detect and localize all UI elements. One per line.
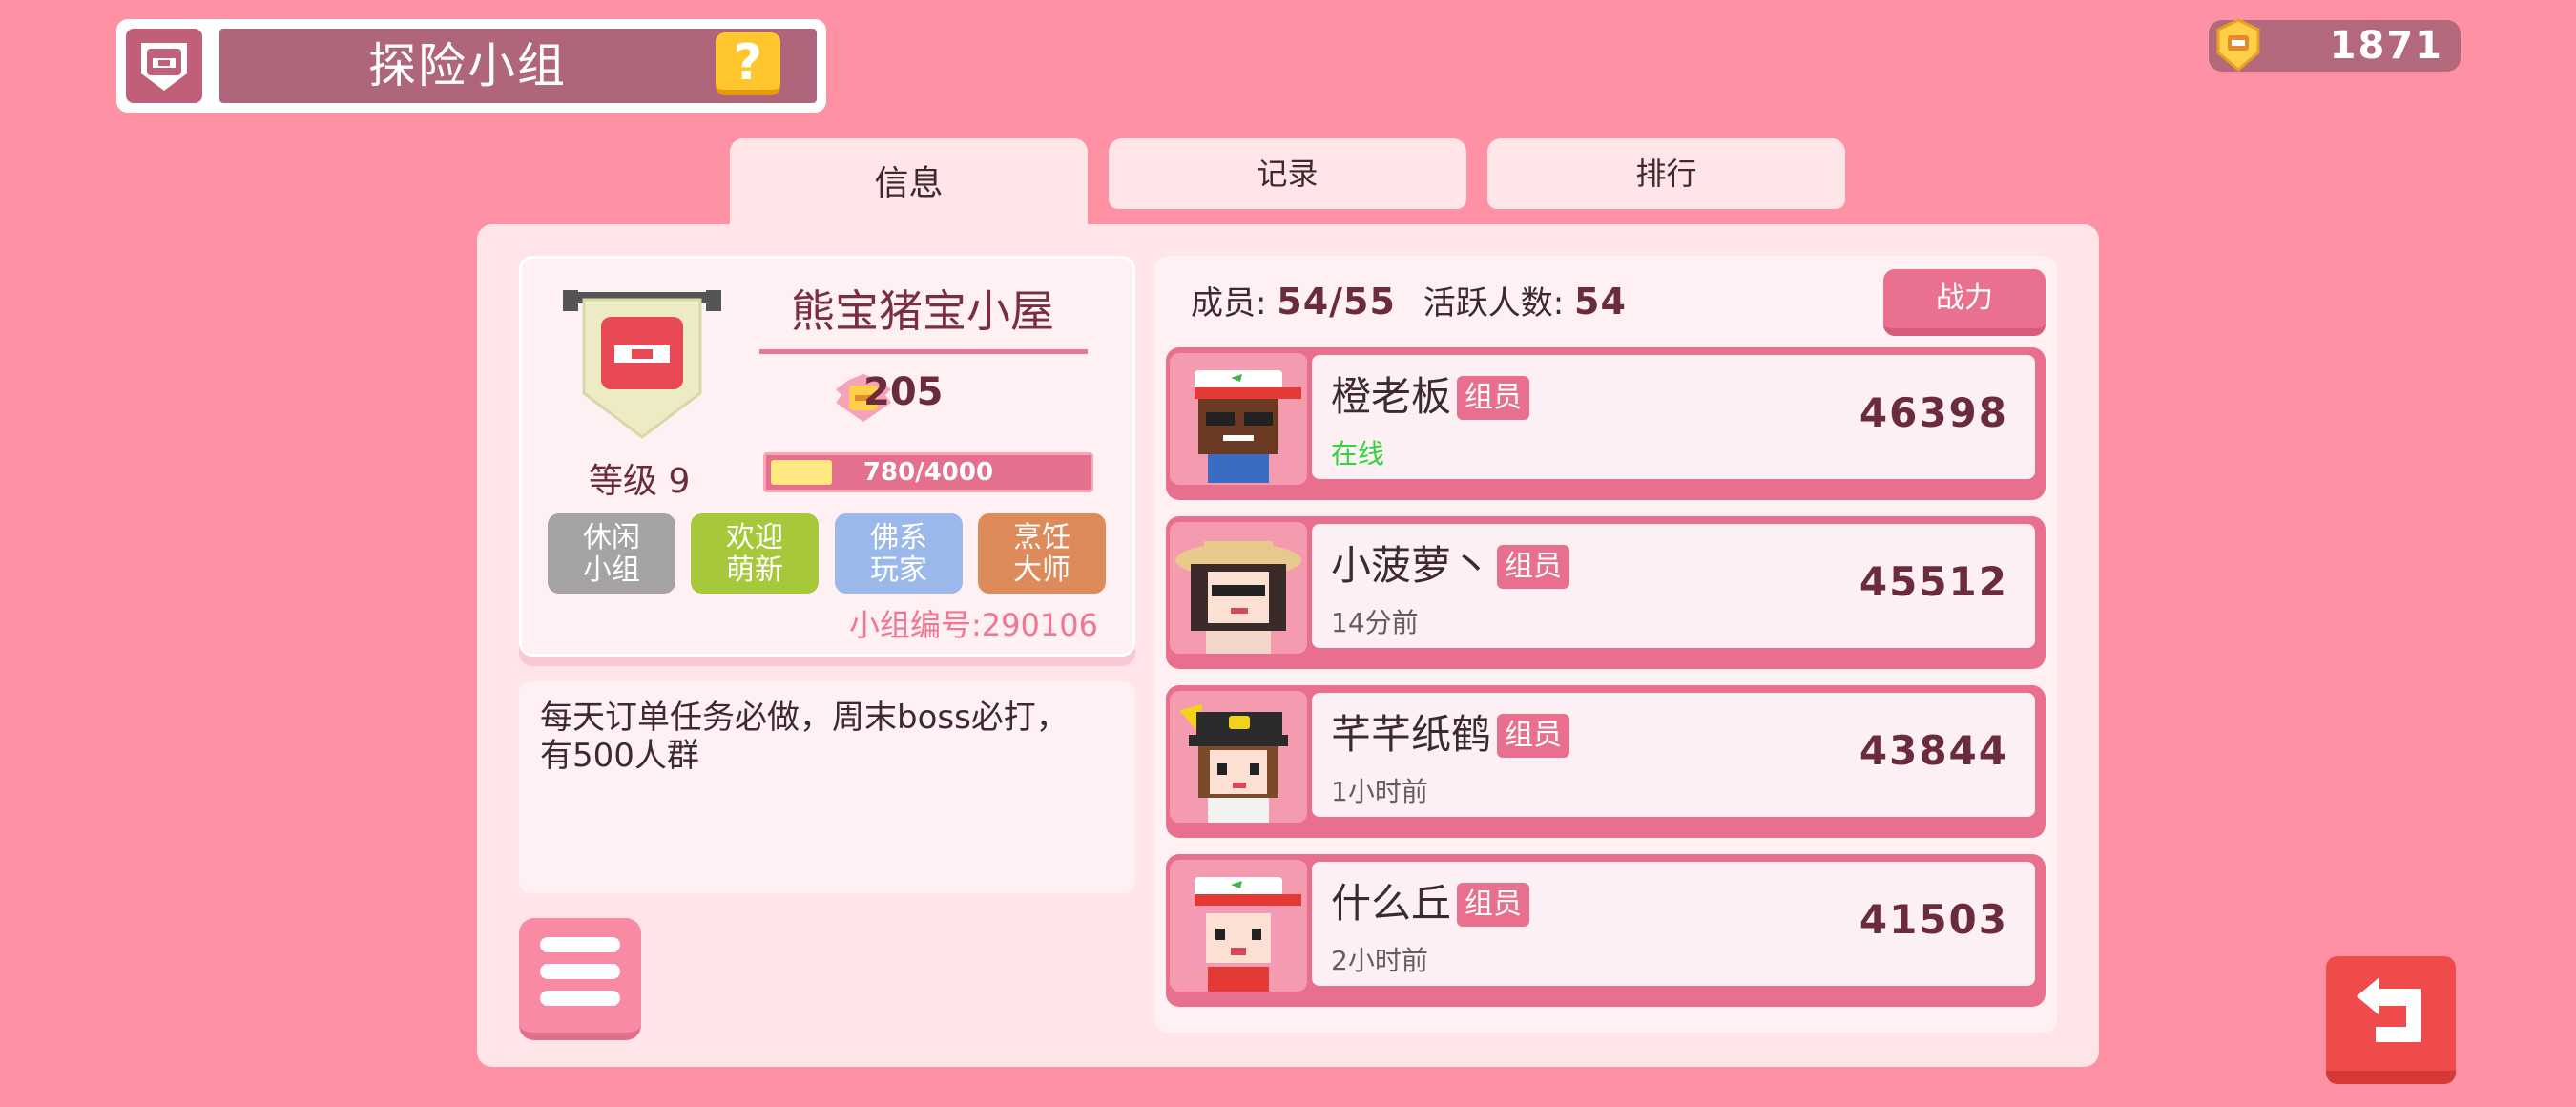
tag-label: 休闲 小组 — [583, 521, 640, 587]
experience-bar: 780/4000 — [763, 452, 1093, 492]
back-button[interactable] — [2326, 956, 2456, 1084]
member-name: 小菠萝丶 — [1331, 542, 1492, 589]
menu-icon-line — [540, 991, 620, 1006]
currency-icon — [2216, 18, 2260, 72]
group-name: 熊宝猪宝小屋 — [791, 285, 1054, 337]
member-power: 41503 — [1859, 896, 2008, 943]
member-role-badge: 组员 — [1457, 883, 1530, 927]
tag-welcome-newbies: 欢迎 萌新 — [691, 513, 819, 594]
tag-label: 欢迎 萌新 — [726, 521, 783, 587]
member-role-badge: 组员 — [1457, 376, 1530, 420]
member-name-line: 橙老板 组员 — [1331, 365, 1530, 423]
name-underline — [759, 349, 1088, 354]
member-name: 橙老板 — [1331, 373, 1452, 420]
tag-casual: 休闲 小组 — [548, 513, 675, 594]
members-count-label: 成员: — [1191, 284, 1267, 323]
active-count-value: 54 — [1574, 281, 1627, 323]
member-name-line: 小菠萝丶 组员 — [1331, 533, 1570, 592]
group-rating: 205 — [863, 370, 944, 414]
currency-display: 1871 — [2209, 18, 2461, 72]
member-status: 1小时前 — [1331, 776, 1428, 807]
back-arrow-icon — [2357, 977, 2421, 1042]
member-info: 什么丘 组员 2小时前 41503 — [1312, 862, 2035, 986]
member-row[interactable]: 芊芊纸鹤 组员 1小时前 43844 — [1166, 685, 2046, 838]
active-count-label: 活跃人数: — [1423, 284, 1565, 323]
members-summary: 成员: 54/55 活跃人数: 54 — [1191, 277, 1627, 324]
group-description: 每天订单任务必做，周末boss必打，有500人群 — [540, 699, 1069, 775]
member-status: 在线 — [1331, 438, 1385, 470]
group-id: 小组编号:290106 — [849, 607, 1098, 643]
members-count-value: 54/55 — [1277, 281, 1396, 323]
member-row[interactable]: 什么丘 组员 2小时前 41503 — [1166, 854, 2046, 1007]
member-status: 2小时前 — [1331, 945, 1428, 976]
experience-text: 780/4000 — [862, 458, 994, 487]
avatar — [1170, 691, 1307, 823]
member-info: 小菠萝丶 组员 14分前 45512 — [1312, 524, 2035, 648]
group-shield-icon — [126, 29, 202, 103]
tab-info[interactable]: 信息 — [730, 138, 1088, 230]
sort-by-power-button[interactable]: 战力 — [1883, 269, 2046, 336]
menu-icon-line — [540, 937, 620, 952]
member-row[interactable]: 橙老板 组员 在线 46398 — [1166, 347, 2046, 500]
tag-relaxed-players: 佛系 玩家 — [835, 513, 963, 594]
member-name-line: 芊芊纸鹤 组员 — [1331, 702, 1570, 761]
member-info: 芊芊纸鹤 组员 1小时前 43844 — [1312, 693, 2035, 817]
member-role-badge: 组员 — [1497, 545, 1570, 589]
avatar — [1170, 860, 1307, 992]
group-description-box: 每天订单任务必做，周末boss必打，有500人群 — [519, 681, 1135, 893]
currency-value: 1871 — [2329, 24, 2443, 68]
avatar — [1170, 353, 1307, 485]
member-info: 橙老板 组员 在线 46398 — [1312, 355, 2035, 479]
member-power: 43844 — [1859, 727, 2008, 774]
member-role-badge: 组员 — [1497, 714, 1570, 758]
group-emblem-icon — [563, 290, 721, 439]
title-bar: 探险小组 ? — [219, 29, 817, 103]
page-header: 探险小组 ? — [116, 19, 826, 113]
menu-button[interactable] — [519, 918, 641, 1040]
avatar — [1170, 522, 1307, 654]
member-status: 14分前 — [1331, 607, 1419, 638]
page-title: 探险小组 — [368, 38, 567, 94]
member-name: 芊芊纸鹤 — [1331, 711, 1492, 758]
member-name: 什么丘 — [1331, 880, 1452, 927]
member-name-line: 什么丘 组员 — [1331, 871, 1530, 929]
tag-label: 烹饪 大师 — [1013, 521, 1070, 587]
member-power: 46398 — [1859, 389, 2008, 436]
group-level: 等级 9 — [589, 462, 691, 501]
tag-label: 佛系 玩家 — [870, 521, 927, 587]
help-button[interactable]: ? — [716, 32, 780, 95]
tab-records[interactable]: 记录 — [1109, 138, 1466, 209]
tab-ranking[interactable]: 排行 — [1487, 138, 1845, 209]
member-row[interactable]: 小菠萝丶 组员 14分前 45512 — [1166, 516, 2046, 669]
tag-cooking-master: 烹饪 大师 — [978, 513, 1106, 594]
menu-icon-line — [540, 964, 620, 979]
member-power: 45512 — [1859, 558, 2008, 605]
